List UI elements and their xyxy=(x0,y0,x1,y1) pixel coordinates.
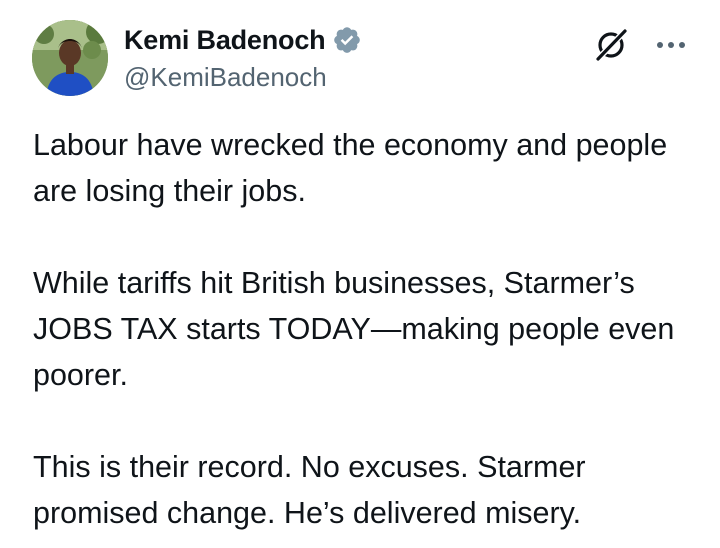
tweet-paragraph: While tariffs hit British businesses, St… xyxy=(33,266,675,392)
author-name-row: Kemi Badenoch xyxy=(124,22,362,58)
grok-icon[interactable] xyxy=(594,28,628,62)
author-display-name[interactable]: Kemi Badenoch xyxy=(124,25,326,56)
more-options-icon[interactable] xyxy=(656,38,686,52)
verified-badge-icon[interactable] xyxy=(332,25,362,55)
tweet-paragraph: Labour have wrecked the economy and peop… xyxy=(33,128,668,208)
avatar[interactable] xyxy=(32,20,108,96)
author-handle[interactable]: @KemiBadenoch xyxy=(124,62,327,93)
tweet-paragraph: This is their record. No excuses. Starme… xyxy=(33,450,586,530)
tweet-card: Kemi Badenoch @KemiBadenoch Labour have … xyxy=(0,0,720,548)
tweet-text: Labour have wrecked the economy and peop… xyxy=(33,122,705,536)
avatar-image xyxy=(32,20,108,96)
